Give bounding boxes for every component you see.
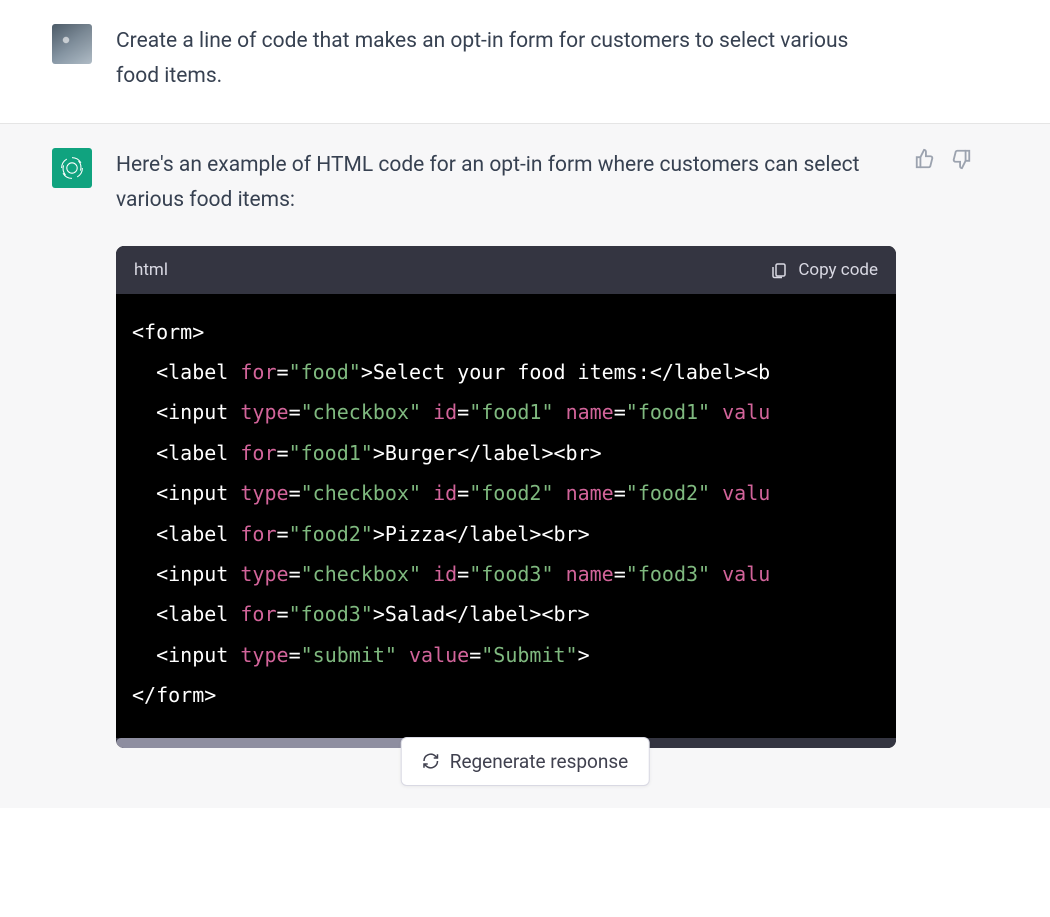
code-line: <label for="food3">Salad</label><br>	[132, 594, 880, 634]
thumbs-down-icon	[950, 148, 972, 170]
assistant-intro-text: Here's an example of HTML code for an op…	[116, 148, 896, 217]
regenerate-button[interactable]: Regenerate response	[401, 737, 650, 786]
user-prompt-text: Create a line of code that makes an opt-…	[116, 24, 896, 93]
refresh-icon	[422, 752, 440, 770]
code-line: <input type="checkbox" id="food3" name="…	[132, 554, 880, 594]
code-line: <input type="checkbox" id="food1" name="…	[132, 392, 880, 432]
user-message-row: Create a line of code that makes an opt-…	[0, 0, 1050, 124]
code-content[interactable]: <form> <label for="food">Select your foo…	[116, 294, 896, 738]
code-line: <input type="checkbox" id="food2" name="…	[132, 473, 880, 513]
code-block: html Copy code <form> <label for="food">…	[116, 246, 896, 748]
thumbs-down-button[interactable]	[950, 148, 972, 170]
code-line: <input type="submit" value="Submit">	[132, 635, 880, 675]
thumbs-up-button[interactable]	[914, 148, 936, 170]
feedback-controls	[914, 148, 972, 747]
code-line: <label for="food">Select your food items…	[132, 352, 880, 392]
assistant-message-row: Here's an example of HTML code for an op…	[0, 124, 1050, 807]
clipboard-icon	[770, 261, 788, 279]
thumbs-up-icon	[914, 148, 936, 170]
code-line: <label for="food1">Burger</label><br>	[132, 433, 880, 473]
copy-code-label: Copy code	[798, 256, 878, 284]
regenerate-label: Regenerate response	[450, 750, 629, 773]
user-avatar	[52, 24, 92, 64]
assistant-avatar	[52, 148, 92, 188]
code-line: </form>	[132, 675, 880, 715]
copy-code-button[interactable]: Copy code	[770, 256, 878, 284]
openai-logo-icon	[59, 155, 85, 181]
code-line: <label for="food2">Pizza</label><br>	[132, 514, 880, 554]
code-language-label: html	[134, 256, 168, 284]
code-line: <form>	[132, 312, 880, 352]
assistant-body: Here's an example of HTML code for an op…	[116, 148, 896, 747]
code-header: html Copy code	[116, 246, 896, 294]
